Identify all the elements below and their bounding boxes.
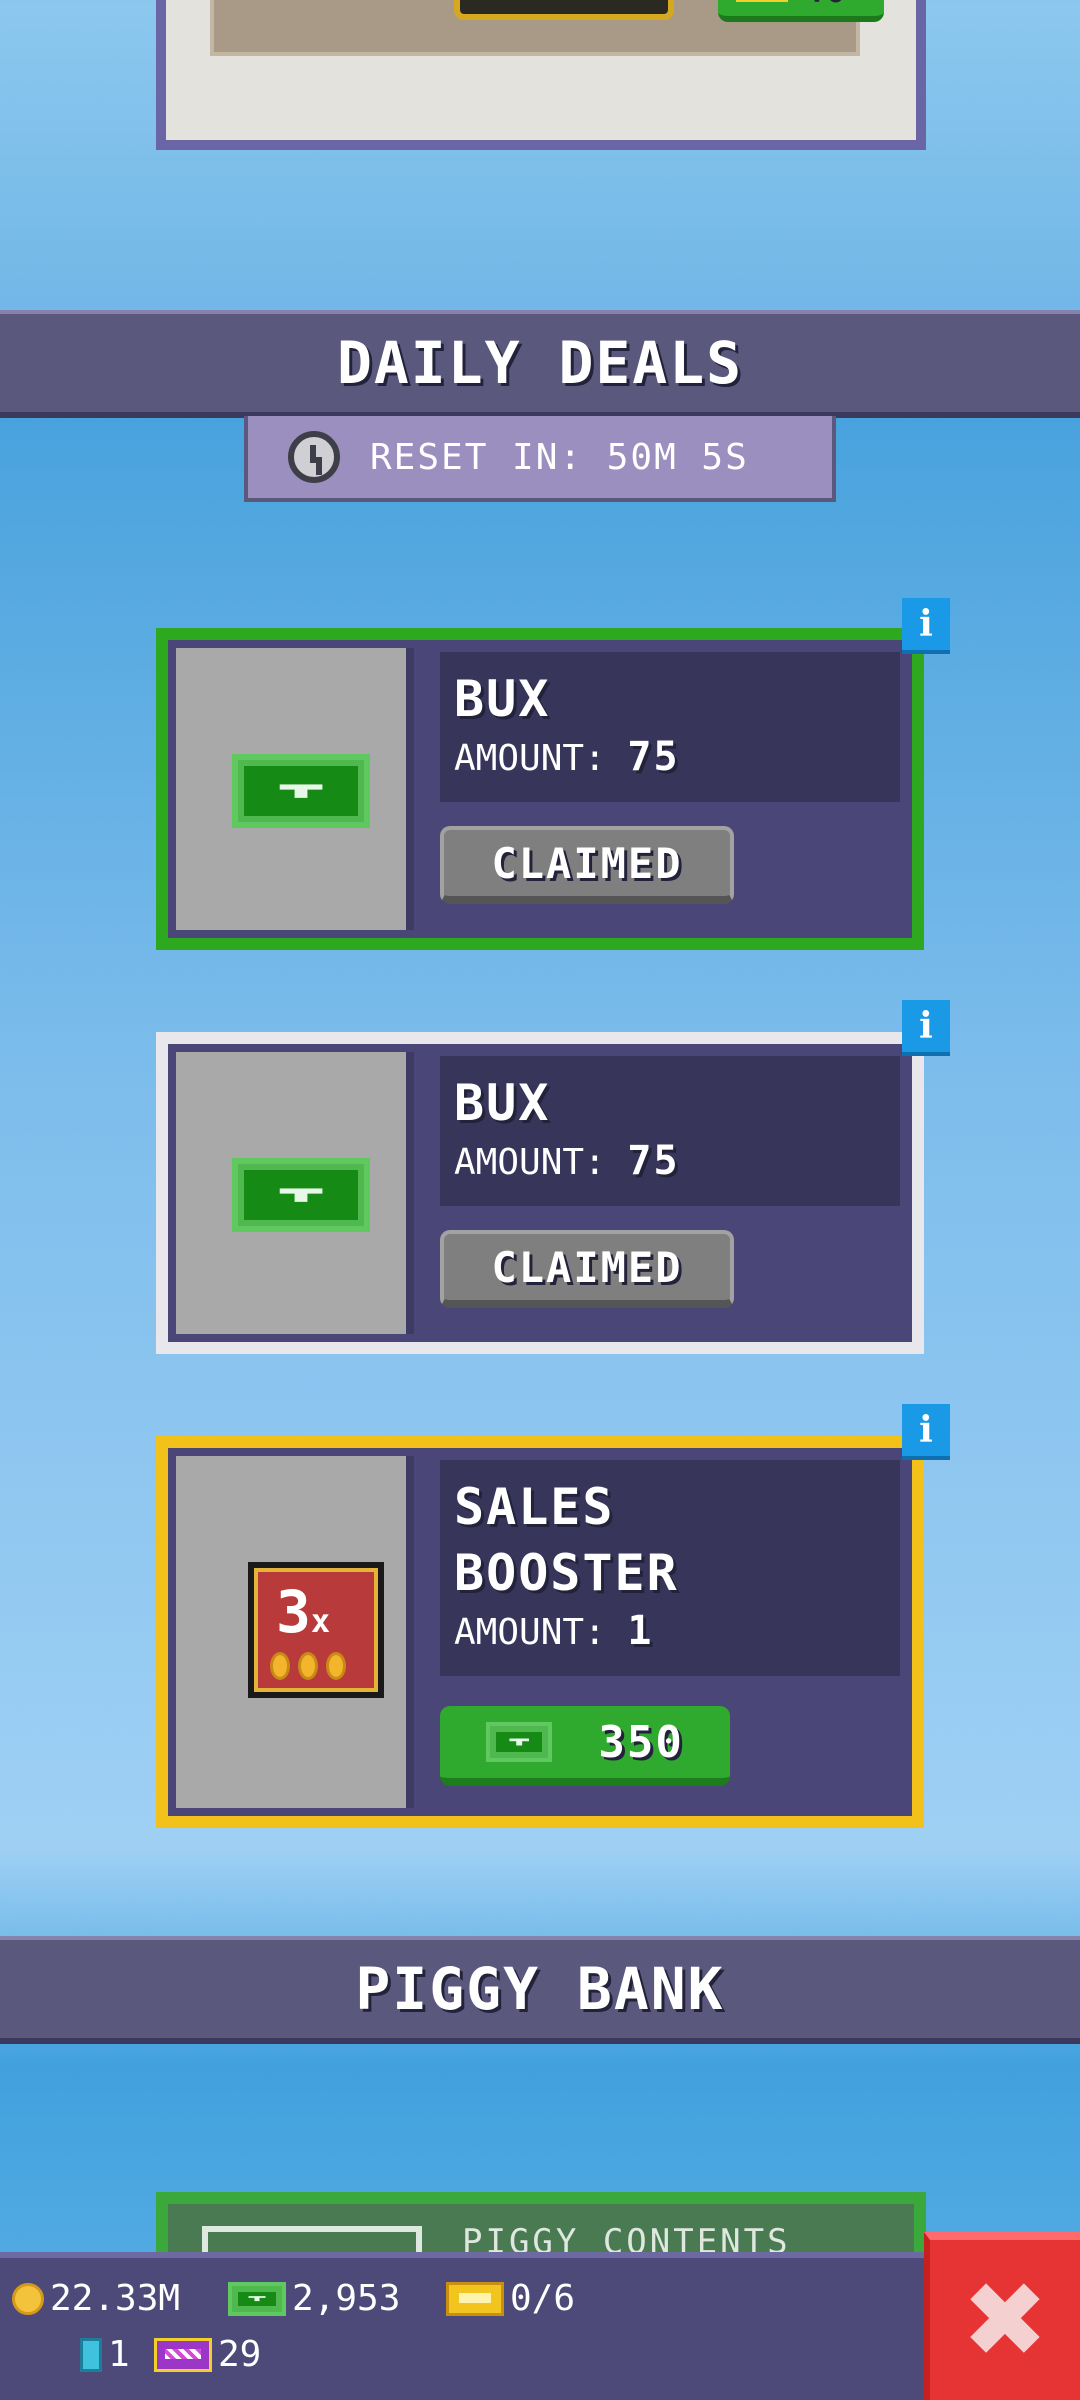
top-offer-card: 40 bbox=[156, 0, 926, 150]
golden-ticket-icon bbox=[446, 2281, 504, 2316]
deal-info-panel: SALES BOOSTER AMOUNT: 1 bbox=[440, 1460, 900, 1676]
golden-tickets-value: 0/6 bbox=[510, 2278, 576, 2319]
deal-title: BUX bbox=[454, 670, 551, 728]
deal-amount: AMOUNT: 75 bbox=[454, 1138, 886, 1184]
clock-icon bbox=[288, 431, 340, 483]
info-icon: i bbox=[919, 1005, 933, 1047]
coins-value: 22.33M bbox=[50, 2278, 181, 2319]
bux-stat: 2,953 bbox=[228, 2278, 400, 2319]
claimed-button[interactable]: CLAIMED bbox=[440, 1230, 734, 1308]
golden-tickets-stat: 0/6 bbox=[446, 2278, 575, 2319]
info-button[interactable]: i bbox=[902, 1404, 950, 1460]
deal-amount-value: 75 bbox=[627, 1138, 680, 1184]
close-button[interactable]: ✖ bbox=[924, 2232, 1080, 2400]
deal-thumbnail bbox=[176, 648, 414, 930]
deal-amount: AMOUNT: 75 bbox=[454, 734, 886, 780]
bux-cash-icon bbox=[232, 754, 370, 828]
info-icon: i bbox=[919, 1409, 933, 1451]
deal-card-sales-booster: 3x SALES BOOSTER AMOUNT: 1 350 bbox=[156, 1436, 924, 1828]
top-offer-price: 40 bbox=[800, 0, 845, 8]
event-tickets-value: 29 bbox=[218, 2334, 262, 2375]
deal-amount-label: AMOUNT: bbox=[454, 1612, 606, 1653]
deal-title: BUX bbox=[454, 1074, 551, 1132]
event-ticket-icon bbox=[736, 0, 788, 2]
close-icon: ✖ bbox=[961, 2259, 1049, 2381]
top-offer-price-button[interactable]: 40 bbox=[718, 0, 884, 22]
deal-card-bux-1: BUX AMOUNT: 75 CLAIMED bbox=[156, 628, 924, 950]
top-offer-item-image bbox=[454, 0, 674, 20]
buy-button[interactable]: 350 bbox=[440, 1706, 730, 1786]
info-button[interactable]: i bbox=[902, 598, 950, 654]
gems-value: 1 bbox=[108, 2334, 130, 2375]
currency-bar: 22.33M 2,953 0/6 1 29 bbox=[0, 2252, 930, 2400]
info-button[interactable]: i bbox=[902, 1000, 950, 1056]
sales-booster-3x-icon: 3x bbox=[248, 1562, 384, 1698]
buy-price: 350 bbox=[598, 1716, 684, 1768]
coin-stack-icon bbox=[270, 1652, 346, 1680]
deal-info-panel: BUX AMOUNT: 75 bbox=[440, 652, 900, 802]
deal-amount-value: 75 bbox=[627, 734, 680, 780]
deal-card-bux-2: BUX AMOUNT: 75 CLAIMED bbox=[156, 1032, 924, 1354]
info-icon: i bbox=[919, 603, 933, 645]
gem-icon bbox=[80, 2337, 102, 2372]
deal-thumbnail bbox=[176, 1052, 414, 1334]
deal-amount-label: AMOUNT: bbox=[454, 1142, 606, 1183]
gems-stat: 1 bbox=[80, 2334, 130, 2375]
deal-info-panel: BUX AMOUNT: 75 bbox=[440, 1056, 900, 1206]
piggy-bank-title: PIGGY BANK bbox=[355, 1955, 725, 2023]
bux-icon bbox=[228, 2281, 286, 2316]
deal-title-line2: BOOSTER bbox=[454, 1544, 679, 1602]
deal-title-line1: SALES bbox=[454, 1478, 615, 1536]
deal-amount-value: 1 bbox=[627, 1608, 654, 1654]
daily-deals-banner: DAILY DEALS bbox=[0, 310, 1080, 418]
piggy-bank-banner: PIGGY BANK bbox=[0, 1936, 1080, 2044]
coins-stat: 22.33M bbox=[12, 2278, 180, 2319]
deal-amount-label: AMOUNT: bbox=[454, 738, 606, 779]
event-tickets-stat: 29 bbox=[154, 2334, 261, 2375]
bux-value: 2,953 bbox=[292, 2278, 401, 2319]
daily-deals-title: DAILY DEALS bbox=[336, 329, 744, 397]
claimed-label: CLAIMED bbox=[491, 838, 683, 888]
event-ticket-icon bbox=[154, 2337, 212, 2372]
top-offer-inner: 40 bbox=[210, 0, 884, 56]
bux-cash-icon bbox=[486, 1722, 553, 1762]
booster-multiplier: 3x bbox=[276, 1578, 331, 1646]
claimed-label: CLAIMED bbox=[491, 1242, 683, 1292]
coin-icon bbox=[12, 2282, 44, 2315]
reset-timer: RESET IN: 50M 5S bbox=[244, 416, 836, 502]
deal-thumbnail: 3x bbox=[176, 1456, 414, 1808]
deal-amount: AMOUNT: 1 bbox=[454, 1608, 886, 1654]
claimed-button[interactable]: CLAIMED bbox=[440, 826, 734, 904]
reset-timer-label: RESET IN: 50M 5S bbox=[370, 436, 749, 478]
bux-cash-icon bbox=[232, 1158, 370, 1232]
